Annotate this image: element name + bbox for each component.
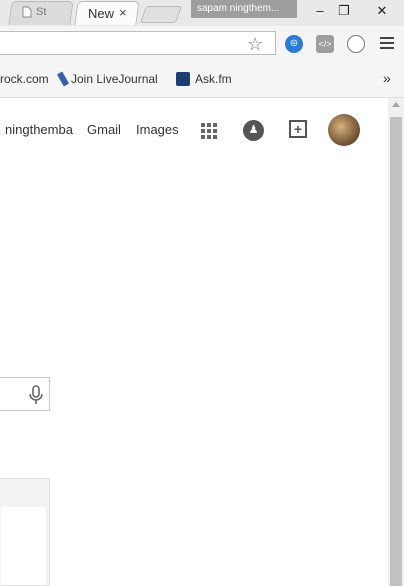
bookmark-label: Join LiveJournal	[71, 72, 158, 86]
gmail-link[interactable]: Gmail	[87, 122, 121, 137]
apps-grid-icon[interactable]	[201, 123, 218, 140]
avatar[interactable]	[328, 114, 360, 146]
globe-icon[interactable]	[347, 35, 365, 53]
browser-toolbar: ☆ ⊜ </>	[0, 26, 404, 60]
notifications-bell-icon[interactable]: ♟	[243, 120, 264, 141]
minimize-button[interactable]: –	[310, 3, 330, 18]
most-visited-thumbnail[interactable]	[0, 478, 50, 586]
bookmark-label: rock.com	[0, 72, 49, 86]
bookmark-livejournal[interactable]: Join LiveJournal	[56, 71, 158, 87]
tab-active-label: New	[88, 6, 115, 21]
bookmark-star-icon[interactable]: ☆	[247, 35, 263, 53]
share-plus-icon[interactable]: +	[289, 120, 307, 138]
title-bar: St New × sapam ningthem... – ❐ ✕	[0, 0, 404, 26]
scrollbar-thumb[interactable]	[390, 117, 402, 586]
close-button[interactable]: ✕	[372, 3, 392, 19]
chrome-menu-icon[interactable]	[380, 37, 394, 52]
user-link[interactable]: ningthemba	[5, 122, 73, 137]
page-icon	[22, 6, 32, 18]
microphone-icon[interactable]	[28, 385, 44, 405]
bookmarks-bar: rock.com Join LiveJournal Ask.fm »	[0, 60, 404, 98]
bookmarks-overflow-icon[interactable]: »	[383, 70, 391, 86]
code-extension-icon[interactable]: </>	[316, 35, 334, 53]
askfm-icon	[176, 72, 190, 86]
restore-button[interactable]: ❐	[334, 3, 354, 19]
tab-close-icon[interactable]: ×	[119, 5, 127, 20]
pencil-icon	[56, 71, 70, 87]
bookmark-rock[interactable]: rock.com	[0, 72, 49, 86]
thumbnail-preview	[1, 507, 46, 585]
tab-inactive-label: St	[36, 6, 47, 18]
bookmark-askfm[interactable]: Ask.fm	[176, 72, 232, 86]
profile-badge[interactable]: sapam ningthem...	[191, 0, 297, 18]
scroll-up-arrow-icon[interactable]	[392, 102, 400, 107]
tab-inactive-content[interactable]: St	[22, 6, 46, 18]
extension-icon-blue[interactable]: ⊜	[285, 35, 303, 53]
new-tab-button[interactable]	[139, 6, 183, 23]
bookmark-label: Ask.fm	[195, 72, 232, 86]
address-bar[interactable]: ☆	[0, 31, 276, 55]
images-link[interactable]: Images	[136, 122, 179, 137]
page-content: ningthemba Gmail Images ♟ +	[0, 98, 388, 586]
